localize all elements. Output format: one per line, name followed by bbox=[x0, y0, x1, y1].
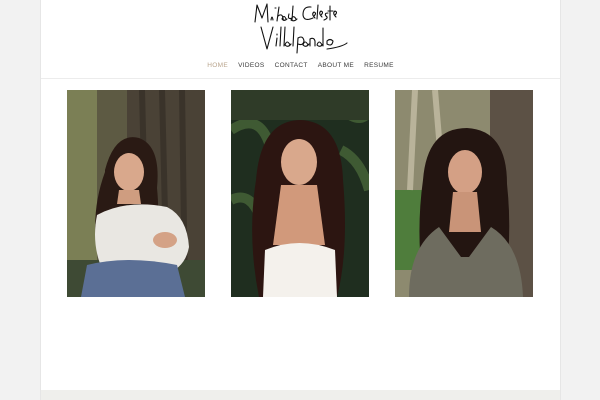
signature-logo[interactable] bbox=[241, 0, 361, 54]
gallery-photo-2[interactable] bbox=[231, 90, 369, 297]
nav-item-about-me[interactable]: ABOUT ME bbox=[318, 60, 354, 72]
nav-item-home[interactable]: HOME bbox=[207, 60, 228, 72]
main-nav: HOME VIDEOS CONTACT ABOUT ME RESUME bbox=[41, 60, 560, 74]
nav-item-videos[interactable]: VIDEOS bbox=[238, 60, 264, 72]
gallery-photo-3[interactable] bbox=[395, 90, 533, 297]
header-divider bbox=[41, 78, 560, 79]
footer-bar bbox=[41, 390, 560, 400]
page-container: HOME VIDEOS CONTACT ABOUT ME RESUME bbox=[40, 0, 561, 400]
nav-item-contact[interactable]: CONTACT bbox=[275, 60, 308, 72]
gallery-photo-1[interactable] bbox=[67, 90, 205, 297]
nav-item-resume[interactable]: RESUME bbox=[364, 60, 394, 72]
